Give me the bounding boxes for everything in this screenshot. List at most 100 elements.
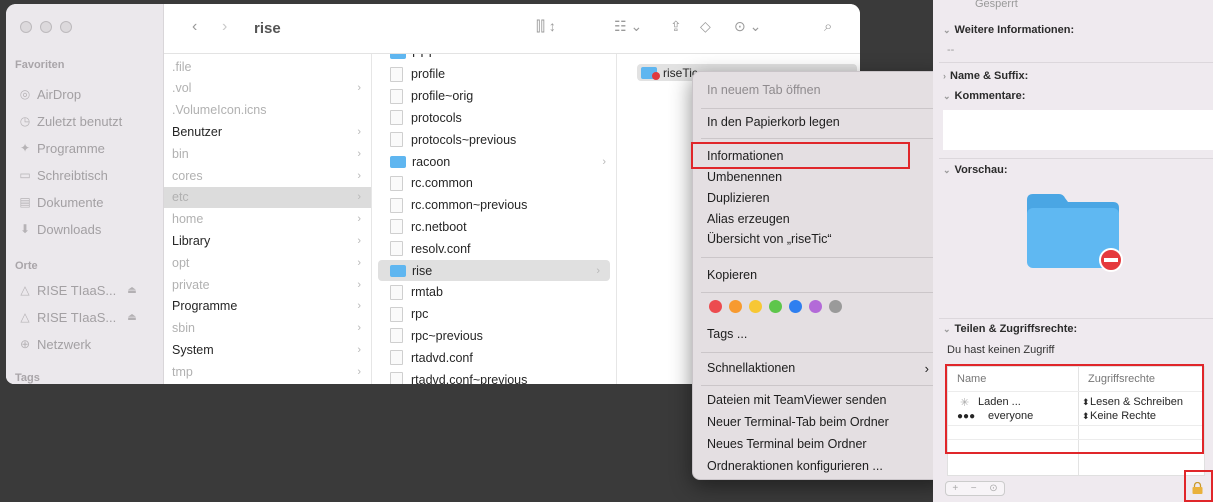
- column-root: .file .vol › .VolumeIcon.icns Benutzer › bin › c…: [164, 54, 372, 384]
- sidebar-item-airdrop[interactable]: ◎ AirDrop: [18, 83, 81, 105]
- list-item[interactable]: rtadvd.conf~previous: [372, 369, 616, 384]
- list-item[interactable]: home ›: [164, 209, 371, 230]
- list-item[interactable]: private ›: [164, 274, 371, 295]
- list-item-label: PPP: [412, 54, 437, 60]
- list-item-label: rc.netboot: [411, 219, 467, 234]
- menu-make-alias[interactable]: Alias erzeugen: [707, 209, 935, 229]
- list-item[interactable]: PPP: [372, 54, 616, 63]
- file-icon: [390, 88, 403, 104]
- sidebar-item-document[interactable]: ▤ Dokumente: [18, 191, 103, 213]
- menu-tags[interactable]: Tags ...: [707, 324, 935, 344]
- back-button[interactable]: ‹: [192, 18, 197, 36]
- chevron-right-icon: ›: [357, 213, 361, 226]
- more-actions-icon[interactable]: ⊙ ⌄: [734, 18, 761, 35]
- remove-permission-button[interactable]: −: [971, 483, 977, 494]
- forward-button[interactable]: ›: [222, 18, 227, 36]
- finder-toolbar: ‹ › rise ⫿⫿ ↕ ☷ ⌄ ⇪ ◇ ⊙ ⌄ ⌕: [164, 4, 860, 54]
- menu-folder-actions[interactable]: Ordneraktionen konfigurieren ...: [707, 456, 935, 476]
- view-columns-icon[interactable]: ⫿⫿ ↕: [536, 18, 556, 35]
- list-item[interactable]: protocols~previous: [372, 129, 616, 150]
- search-icon[interactable]: ⌕: [824, 18, 832, 35]
- menu-teamviewer-send[interactable]: Dateien mit TeamViewer senden: [707, 390, 935, 410]
- list-item[interactable]: Library ›: [164, 230, 371, 251]
- group-icon[interactable]: ☷ ⌄: [614, 18, 642, 35]
- tag-color-dot[interactable]: [749, 300, 762, 313]
- list-item[interactable]: profile~orig: [372, 86, 616, 107]
- menu-rename[interactable]: Umbenennen: [707, 167, 935, 187]
- menu-duplicate[interactable]: Duplizieren: [707, 188, 935, 208]
- menu-open-new-tab[interactable]: In neuem Tab öffnen: [707, 80, 935, 100]
- chevron-right-icon: ›: [357, 278, 361, 291]
- list-item-label: private: [172, 277, 210, 292]
- list-item[interactable]: Programme ›: [164, 296, 371, 317]
- menu-copy[interactable]: Kopieren: [707, 265, 935, 285]
- list-item[interactable]: racoon ›: [372, 151, 616, 172]
- list-item-label: Library: [172, 233, 211, 248]
- list-item[interactable]: rise ›: [378, 260, 610, 281]
- sidebar-item-desktop[interactable]: ▭ Schreibtisch: [18, 164, 107, 186]
- list-item[interactable]: bin ›: [164, 143, 371, 164]
- list-item[interactable]: etc ›: [164, 186, 371, 208]
- list-item[interactable]: resolv.conf: [372, 238, 616, 259]
- comments-input[interactable]: [943, 110, 1213, 150]
- section-name-suffix-label: Name & Suffix:: [950, 70, 1029, 82]
- file-icon: [390, 66, 403, 82]
- document-icon: ▤: [19, 195, 31, 209]
- tag-color-dot[interactable]: [809, 300, 822, 313]
- tag-color-dot[interactable]: [729, 300, 742, 313]
- list-item[interactable]: cores ›: [164, 165, 371, 186]
- close-window-button[interactable]: [20, 21, 32, 33]
- eject-icon[interactable]: ⏏: [127, 285, 136, 296]
- list-item[interactable]: .VolumeIcon.icns: [164, 100, 371, 121]
- tag-color-dot[interactable]: [709, 300, 722, 313]
- list-item[interactable]: System ›: [164, 339, 371, 360]
- permission-actions-button[interactable]: ⊙: [989, 483, 997, 494]
- list-item[interactable]: protocols: [372, 107, 616, 128]
- sidebar-item-location[interactable]: △ RISE TIaaS... ⏏: [18, 279, 136, 301]
- menu-new-terminal-tab[interactable]: Neuer Terminal-Tab beim Ordner: [707, 412, 935, 432]
- locked-checkbox-label[interactable]: Gesperrt: [975, 0, 1018, 10]
- list-item[interactable]: opt ›: [164, 252, 371, 273]
- list-item[interactable]: sbin ›: [164, 318, 371, 339]
- list-item[interactable]: profile: [372, 64, 616, 85]
- list-item[interactable]: rc.netboot: [372, 216, 616, 237]
- list-item[interactable]: Benutzer ›: [164, 121, 371, 142]
- section-preview[interactable]: ⌄ Vorschau:: [943, 164, 1008, 176]
- section-more-info[interactable]: ⌄ Weitere Informationen:: [943, 24, 1074, 36]
- sidebar-item-download[interactable]: ⬇ Downloads: [18, 218, 101, 240]
- share-icon[interactable]: ⇪: [670, 18, 682, 35]
- sidebar-item-location[interactable]: ⊕ Netzwerk: [18, 333, 91, 355]
- list-item[interactable]: .file: [164, 56, 371, 77]
- list-item[interactable]: .vol ›: [164, 78, 371, 99]
- menu-new-terminal[interactable]: Neues Terminal beim Ordner: [707, 434, 935, 454]
- menu-move-to-trash[interactable]: In den Papierkorb legen: [707, 112, 935, 132]
- sidebar-item-location[interactable]: △ RISE TIaaS... ⏏: [18, 306, 136, 328]
- list-item[interactable]: rpc~previous: [372, 325, 616, 346]
- eject-icon[interactable]: ⏏: [127, 312, 136, 323]
- list-item[interactable]: rtadvd.conf: [372, 347, 616, 368]
- file-icon: [390, 110, 403, 126]
- add-permission-button[interactable]: +: [952, 483, 958, 494]
- menu-quick-look[interactable]: Übersicht von „riseTic“: [707, 229, 935, 249]
- tag-color-dot[interactable]: [789, 300, 802, 313]
- menu-quick-actions[interactable]: Schnellaktionen ›: [707, 358, 935, 378]
- tag-color-dot[interactable]: [769, 300, 782, 313]
- minimize-window-button[interactable]: [40, 21, 52, 33]
- list-item-label: Benutzer: [172, 124, 223, 139]
- zoom-window-button[interactable]: [60, 21, 72, 33]
- list-item[interactable]: rmtab: [372, 282, 616, 303]
- section-sharing[interactable]: ⌄ Teilen & Zugriffsrechte:: [943, 323, 1077, 335]
- sidebar-item-apps[interactable]: ✦ Programme: [18, 137, 105, 159]
- chevron-right-icon: ›: [357, 234, 361, 247]
- section-comments[interactable]: ⌄ Kommentare:: [943, 90, 1025, 102]
- tag-icon[interactable]: ◇: [700, 18, 711, 35]
- section-name-suffix[interactable]: › Name & Suffix:: [943, 70, 1028, 82]
- list-item-label: profile~orig: [411, 89, 474, 104]
- tag-color-dot[interactable]: [829, 300, 842, 313]
- list-item[interactable]: rc.common: [372, 173, 616, 194]
- sidebar-item-clock[interactable]: ◷ Zuletzt benutzt: [18, 110, 123, 132]
- list-item[interactable]: tmp ›: [164, 361, 371, 382]
- list-item[interactable]: rc.common~previous: [372, 195, 616, 216]
- sidebar-item-label: Zuletzt benutzt: [37, 113, 123, 129]
- list-item[interactable]: rpc: [372, 304, 616, 325]
